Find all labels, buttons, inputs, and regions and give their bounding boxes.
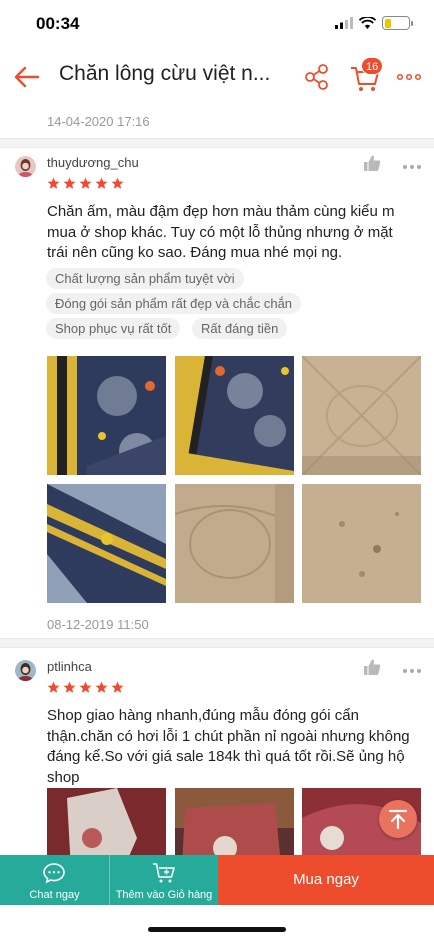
review-tag: Shop phục vụ rất tốt bbox=[46, 318, 181, 339]
username[interactable]: ptlinhca bbox=[47, 659, 92, 674]
review-photo[interactable] bbox=[47, 356, 166, 475]
star-icon bbox=[111, 177, 124, 189]
more-icon[interactable] bbox=[402, 667, 422, 675]
cart-badge: 16 bbox=[361, 57, 384, 75]
scroll-top-icon bbox=[388, 809, 408, 830]
divider bbox=[0, 138, 434, 148]
back-arrow-icon[interactable] bbox=[10, 60, 44, 94]
divider bbox=[0, 638, 434, 648]
star-icon bbox=[47, 177, 60, 189]
chat-button[interactable]: Chat ngay bbox=[0, 855, 109, 905]
review-photo[interactable] bbox=[302, 356, 421, 475]
review-tag: Đóng gói sản phẩm rất đẹp và chắc chắn bbox=[46, 293, 302, 314]
review-tag: Rất đáng tiền bbox=[192, 318, 288, 339]
review-photo[interactable] bbox=[302, 484, 421, 603]
battery-icon bbox=[382, 16, 413, 30]
star-icon bbox=[79, 681, 92, 693]
more-icon[interactable] bbox=[394, 62, 424, 92]
star-icon bbox=[79, 177, 92, 189]
status-icons bbox=[335, 16, 413, 30]
avatar[interactable] bbox=[15, 156, 36, 177]
star-icon bbox=[95, 681, 108, 693]
add-to-cart-icon bbox=[153, 863, 175, 883]
review-tag: Chất lượng sản phẩm tuyệt vời bbox=[46, 268, 244, 289]
star-icon bbox=[63, 681, 76, 693]
reviews-list[interactable]: 14-04-2020 17:16 thuydương_chu Chăn ấm, … bbox=[0, 106, 434, 855]
star-icon bbox=[47, 681, 60, 693]
home-indicator[interactable] bbox=[148, 927, 286, 932]
review-date: 08-12-2019 11:50 bbox=[47, 617, 149, 632]
star-icon bbox=[111, 681, 124, 693]
rating-stars bbox=[47, 681, 124, 694]
bottom-action-bar: Chat ngay Thêm vào Giỏ hàng Mua ngay bbox=[0, 855, 434, 905]
buy-now-button[interactable]: Mua ngay bbox=[218, 855, 434, 905]
review-date: 14-04-2020 17:16 bbox=[47, 114, 150, 129]
like-icon[interactable] bbox=[363, 154, 381, 172]
signal-icon bbox=[335, 17, 353, 29]
star-icon bbox=[95, 177, 108, 189]
like-icon[interactable] bbox=[363, 658, 381, 676]
share-icon[interactable] bbox=[302, 62, 332, 92]
review-text: Shop giao hàng nhanh,đúng mẫu đóng gói c… bbox=[47, 707, 410, 786]
review-text: Chăn ấm, màu đậm đẹp hơn màu thảm cùng k… bbox=[47, 203, 395, 261]
star-icon bbox=[63, 177, 76, 189]
wifi-icon bbox=[359, 17, 376, 29]
status-bar: 00:34 bbox=[0, 0, 434, 48]
review-photo[interactable] bbox=[47, 484, 166, 603]
status-time: 00:34 bbox=[36, 14, 80, 33]
add-to-cart-label: Thêm vào Giỏ hàng bbox=[115, 889, 213, 901]
chat-icon bbox=[43, 863, 65, 884]
more-icon[interactable] bbox=[402, 163, 422, 171]
review-photo[interactable] bbox=[47, 788, 166, 855]
avatar[interactable] bbox=[15, 660, 36, 681]
username[interactable]: thuydương_chu bbox=[47, 155, 139, 170]
review-photo[interactable] bbox=[175, 788, 294, 855]
review-photo[interactable] bbox=[175, 356, 294, 475]
chat-label: Chat ngay bbox=[29, 889, 80, 901]
add-to-cart-button[interactable]: Thêm vào Giỏ hàng bbox=[109, 855, 218, 905]
review-photo[interactable] bbox=[175, 484, 294, 603]
page-title: Chăn lông cừu việt n... bbox=[59, 62, 271, 85]
scroll-top-button[interactable] bbox=[379, 800, 417, 838]
rating-stars bbox=[47, 177, 124, 190]
